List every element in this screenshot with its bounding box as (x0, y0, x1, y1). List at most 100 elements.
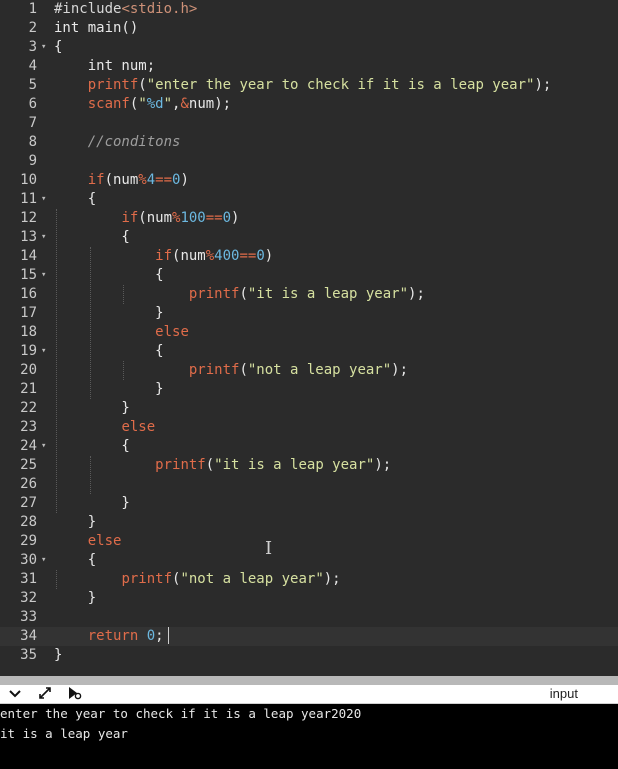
code-text: if(num%4==0) (54, 171, 189, 190)
code-token: } (54, 590, 97, 606)
code-line[interactable]: 18 else (0, 323, 618, 342)
code-line[interactable]: 32 } (0, 589, 618, 608)
line-number: 33 (20, 609, 37, 625)
code-line[interactable]: 6 scanf("%d",&num); (0, 95, 618, 114)
settings-run-icon[interactable] (66, 686, 82, 705)
line-number: 31 (20, 571, 37, 587)
code-token: printf (188, 286, 240, 302)
code-line[interactable]: 15 ▾ { (0, 266, 618, 285)
code-token: ( (138, 77, 147, 93)
code-line[interactable]: 28 } (0, 513, 618, 532)
code-text: { (54, 38, 62, 57)
code-token: else (121, 419, 156, 435)
code-line[interactable]: 19 ▾ { (0, 342, 618, 361)
code-line[interactable]: 20 printf("not a leap year"); (0, 361, 618, 380)
line-number: 24 (20, 438, 37, 454)
code-line[interactable]: 10 if(num%4==0) (0, 171, 618, 190)
fold-arrow-icon[interactable]: ▾ (41, 228, 46, 247)
code-text: { (54, 437, 129, 456)
fold-arrow-icon[interactable]: ▾ (41, 190, 46, 209)
code-token: else (155, 324, 189, 340)
code-token: (num (172, 248, 206, 264)
code-line[interactable]: 14 if(num%400==0) (0, 247, 618, 266)
code-line[interactable]: 8 //conditons (0, 133, 618, 152)
code-token: " (138, 96, 147, 112)
code-text: int num; (54, 57, 155, 76)
fold-arrow-icon[interactable]: ▾ (41, 342, 46, 361)
code-line[interactable]: 26 (0, 475, 618, 494)
code-line[interactable]: 4 int num; (0, 57, 618, 76)
code-text: } (54, 513, 96, 532)
indent-guide (123, 361, 125, 380)
line-number: 2 (28, 20, 37, 36)
line-number: 25 (20, 457, 37, 473)
code-token: printf (155, 457, 206, 473)
code-line[interactable]: 1 #include<stdio.h> (0, 0, 618, 19)
indent-guide (89, 247, 91, 399)
code-token: else (87, 533, 122, 549)
code-line[interactable]: 5 printf("enter the year to check if it … (0, 76, 618, 95)
panel-divider[interactable] (0, 676, 618, 685)
console-line: enter the year to check if it is a leap … (0, 706, 362, 721)
input-tab[interactable]: input (550, 685, 578, 702)
code-line[interactable]: 29 else (0, 532, 618, 551)
code-token: } (54, 647, 63, 663)
fold-arrow-icon[interactable]: ▾ (41, 551, 46, 570)
code-line[interactable]: 24 ▾ { (0, 437, 618, 456)
code-line[interactable]: 3 ▾ { (0, 38, 618, 57)
code-line[interactable]: 13 ▾ { (0, 228, 618, 247)
code-text: { (54, 342, 164, 361)
line-number: 1 (28, 1, 37, 17)
code-line[interactable]: 22 } (0, 399, 618, 418)
code-token: == (239, 248, 257, 264)
code-line[interactable]: 33 (0, 608, 618, 627)
code-token: { (54, 343, 164, 359)
chevron-down-icon[interactable] (8, 686, 22, 705)
fold-arrow-icon[interactable]: ▾ (41, 38, 46, 57)
code-token: " (163, 96, 173, 112)
code-line[interactable]: 16 printf("it is a leap year"); (0, 285, 618, 304)
code-token: int num; (54, 58, 156, 74)
line-number: 12 (20, 210, 37, 226)
line-number: 32 (20, 590, 37, 606)
line-number: 34 (20, 628, 37, 644)
line-number: 18 (20, 324, 37, 340)
code-line[interactable]: 35} (0, 646, 618, 665)
code-line[interactable]: 12 if(num%100==0) (0, 209, 618, 228)
expand-icon[interactable] (38, 686, 52, 705)
code-line[interactable]: 23 else (0, 418, 618, 437)
code-editor[interactable]: 1 #include<stdio.h> 2 int main() 3 ▾{4 int nu… (0, 0, 618, 676)
code-token: scanf (87, 96, 130, 112)
code-token: 0 (256, 248, 265, 264)
code-line[interactable]: 27 } (0, 494, 618, 513)
code-token: { (54, 267, 164, 283)
text-cursor (168, 627, 169, 644)
code-line[interactable]: 9 (0, 152, 618, 171)
line-number: 17 (20, 305, 37, 321)
code-token: return (87, 628, 139, 644)
code-line[interactable]: 2 int main() (0, 19, 618, 38)
code-token: 100 (180, 210, 206, 226)
code-line[interactable]: 34 return 0; (0, 627, 618, 646)
code-text: } (54, 494, 129, 513)
code-line[interactable]: 30 ▾ { (0, 551, 618, 570)
line-number: 16 (20, 286, 37, 302)
code-line[interactable]: 31 printf("not a leap year"); (0, 570, 618, 589)
code-line[interactable]: 11 ▾ { (0, 190, 618, 209)
line-number: 11 (20, 191, 37, 207)
code-line[interactable]: 17 } (0, 304, 618, 323)
code-line[interactable]: 21 } (0, 380, 618, 399)
code-line[interactable]: 7 (0, 114, 618, 133)
code-line[interactable]: 25 printf("it is a leap year"); (0, 456, 618, 475)
code-text: int main() (54, 19, 138, 38)
line-number: 3 (28, 39, 37, 55)
fold-arrow-icon[interactable]: ▾ (41, 266, 46, 285)
fold-arrow-icon[interactable]: ▾ (41, 437, 46, 456)
code-token: ); (534, 77, 552, 93)
